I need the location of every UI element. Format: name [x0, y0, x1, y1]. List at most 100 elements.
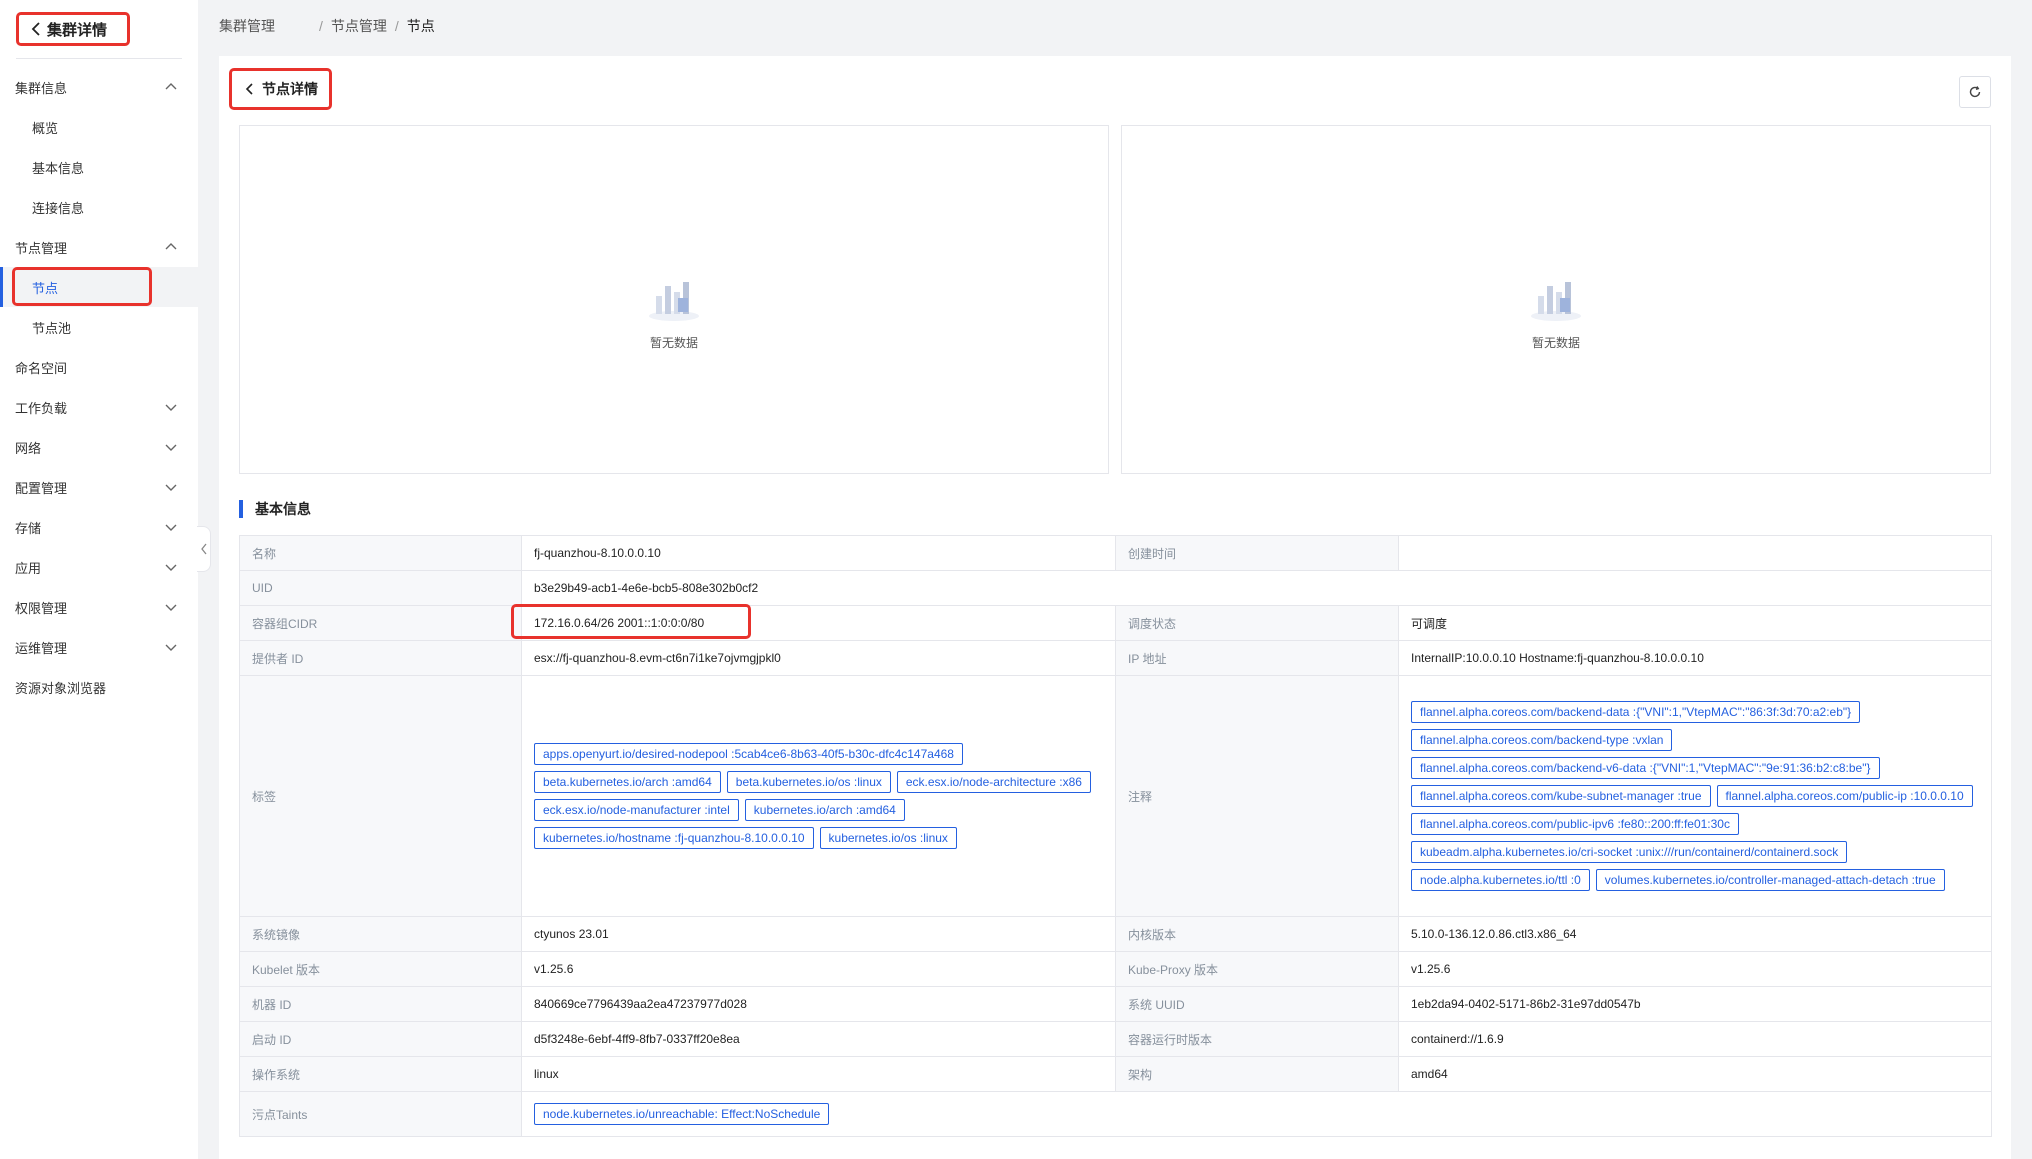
annotation-tag[interactable]: flannel.alpha.coreos.com/backend-v6-data…: [1411, 757, 1880, 779]
field-label: 系统 UUID: [1115, 986, 1399, 1022]
kernel-version-value: 5.10.0-136.12.0.86.ctl3.x86_64: [1398, 916, 1992, 952]
field-label: IP 地址: [1115, 640, 1399, 676]
machine-id-value: 840669ce7796439aa2ea47237977d028: [521, 986, 1116, 1022]
field-label: 提供者 ID: [239, 640, 522, 676]
chevron-down-icon: [165, 524, 177, 531]
nav-group-network[interactable]: 网络: [0, 427, 198, 467]
label-tag[interactable]: kubernetes.io/arch :amd64: [744, 799, 905, 821]
breadcrumb: 集群管理 / 节点管理 / 节点: [219, 16, 435, 36]
annotation-tag[interactable]: flannel.alpha.coreos.com/public-ip :10.0…: [1716, 785, 1973, 807]
kubelet-version-value: v1.25.6: [521, 951, 1116, 987]
field-label: 容器运行时版本: [1115, 1021, 1399, 1057]
breadcrumb-node-management[interactable]: 节点管理: [331, 16, 387, 36]
empty-chart-icon: [649, 282, 699, 321]
empty-text: 暂无数据: [649, 336, 698, 350]
sidebar-collapse-handle[interactable]: [197, 526, 211, 572]
label-tag[interactable]: beta.kubernetes.io/arch :amd64: [534, 771, 721, 793]
label-tag[interactable]: eck.esx.io/node-architecture :x86: [896, 771, 1091, 793]
schedule-status-value: 可调度: [1398, 605, 1992, 641]
label-tag[interactable]: eck.esx.io/node-manufacturer :intel: [534, 799, 739, 821]
field-label: 操作系统: [239, 1056, 522, 1092]
nav-item-connection-info[interactable]: 连接信息: [0, 187, 198, 227]
chevron-down-icon: [165, 404, 177, 411]
table-row: 名称 fj-quanzhou-8.10.0.0.10 创建时间: [239, 535, 1992, 571]
annotation-tag[interactable]: flannel.alpha.coreos.com/backend-type :v…: [1411, 729, 1673, 751]
field-label: 注释: [1115, 675, 1399, 917]
field-label: 机器 ID: [239, 986, 522, 1022]
label-tag[interactable]: apps.openyurt.io/desired-nodepool :5cab4…: [534, 743, 963, 765]
annotation-tag[interactable]: kubeadm.alpha.kubernetes.io/cri-socket :…: [1411, 841, 1848, 863]
labels-cell: apps.openyurt.io/desired-nodepool :5cab4…: [521, 675, 1116, 917]
field-label: 污点Taints: [239, 1091, 522, 1137]
os-value: linux: [521, 1056, 1116, 1092]
os-image-value: ctyunos 23.01: [521, 916, 1116, 952]
table-row: 启动 ID d5f3248e-6ebf-4ff9-8fb7-0337ff20e8…: [239, 1021, 1992, 1057]
system-uuid-value: 1eb2da94-0402-5171-86b2-31e97dd0547b: [1398, 986, 1992, 1022]
pod-cidr-value: 172.16.0.64/26 2001::1:0:0:0/80: [521, 605, 1116, 641]
field-label: Kubelet 版本: [239, 951, 522, 987]
table-row: 容器组CIDR 172.16.0.64/26 2001::1:0:0:0/80 …: [239, 605, 1992, 641]
empty-text: 暂无数据: [1531, 336, 1580, 350]
annotation-tag[interactable]: volumes.kubernetes.io/controller-managed…: [1595, 869, 1945, 891]
table-row: 污点Taints node.kubernetes.io/unreachable:…: [239, 1091, 1992, 1137]
taint-tag[interactable]: node.kubernetes.io/unreachable: Effect:N…: [534, 1103, 830, 1125]
node-info-table: 名称 fj-quanzhou-8.10.0.0.10 创建时间 UID b3e2…: [239, 535, 1992, 1137]
refresh-icon: [1969, 86, 1981, 98]
field-label: 创建时间: [1115, 535, 1399, 571]
field-label: 内核版本: [1115, 916, 1399, 952]
section-title-basic-info: 基本信息: [239, 500, 311, 518]
refresh-button[interactable]: [1959, 76, 1991, 108]
sidebar-header-label: 集群详情: [47, 21, 108, 39]
annotations-cell: flannel.alpha.coreos.com/backend-data :{…: [1398, 675, 1992, 917]
nav-item-overview[interactable]: 概览: [0, 107, 198, 147]
annotations-list: flannel.alpha.coreos.com/backend-data :{…: [1411, 695, 1979, 897]
table-row: Kubelet 版本 v1.25.6 Kube-Proxy 版本 v1.25.6: [239, 951, 1992, 987]
nav-group-node-management[interactable]: 节点管理: [0, 227, 198, 267]
label-tag[interactable]: kubernetes.io/hostname :fj-quanzhou-8.10…: [534, 827, 814, 849]
chevron-left-icon: [245, 83, 253, 95]
nav-item-node-pools[interactable]: 节点池: [0, 307, 198, 347]
nav-group-permissions[interactable]: 权限管理: [0, 587, 198, 627]
field-label: UID: [239, 570, 522, 606]
nav-item-basic-info[interactable]: 基本信息: [0, 147, 198, 187]
chevron-down-icon: [165, 644, 177, 651]
field-label: 系统镜像: [239, 916, 522, 952]
kube-proxy-version-value: v1.25.6: [1398, 951, 1992, 987]
breadcrumb-separator: /: [394, 18, 399, 34]
uid-value: b3e29b49-acb1-4e6e-bcb5-808e302b0cf2: [521, 570, 1992, 606]
chevron-down-icon: [165, 444, 177, 451]
nav-item-nodes[interactable]: 节点: [0, 267, 198, 307]
boot-id-value: d5f3248e-6ebf-4ff9-8fb7-0337ff20e8ea: [521, 1021, 1116, 1057]
breadcrumb-nodes: 节点: [406, 18, 435, 34]
field-label: Kube-Proxy 版本: [1115, 951, 1399, 987]
table-row: 操作系统 linux 架构 amd64: [239, 1056, 1992, 1092]
nav-group-workloads[interactable]: 工作负载: [0, 387, 198, 427]
table-row: UID b3e29b49-acb1-4e6e-bcb5-808e302b0cf2: [239, 570, 1992, 606]
nav-group-cluster-info[interactable]: 集群信息: [0, 67, 198, 107]
breadcrumb-cluster-management[interactable]: 集群管理: [219, 16, 275, 36]
node-detail-back-button[interactable]: 节点详情: [229, 68, 332, 110]
label-tag[interactable]: beta.kubernetes.io/os :linux: [726, 771, 891, 793]
table-row: 提供者 ID esx://fj-quanzhou-8.evm-ct6n7i1ke…: [239, 640, 1992, 676]
annotation-tag[interactable]: flannel.alpha.coreos.com/kube-subnet-man…: [1411, 785, 1711, 807]
annotation-tag[interactable]: flannel.alpha.coreos.com/public-ipv6 :fe…: [1411, 813, 1739, 835]
annotation-tag[interactable]: node.alpha.kubernetes.io/ttl :0: [1411, 869, 1590, 891]
chevron-down-icon: [165, 564, 177, 571]
nav-group-apps[interactable]: 应用: [0, 547, 198, 587]
annotation-tag[interactable]: flannel.alpha.coreos.com/backend-data :{…: [1411, 701, 1861, 723]
nav-item-resource-browser[interactable]: 资源对象浏览器: [0, 667, 198, 707]
label-tag[interactable]: kubernetes.io/os :linux: [819, 827, 957, 849]
table-row: 机器 ID 840669ce7796439aa2ea47237977d028 系…: [239, 986, 1992, 1022]
table-row: 系统镜像 ctyunos 23.01 内核版本 5.10.0-136.12.0.…: [239, 916, 1992, 952]
sidebar-divider: [16, 58, 182, 59]
nav-group-storage[interactable]: 存储: [0, 507, 198, 547]
field-label: 启动 ID: [239, 1021, 522, 1057]
nav-group-ops[interactable]: 运维管理: [0, 627, 198, 667]
chevron-down-icon: [165, 484, 177, 491]
breadcrumb-separator: /: [319, 18, 323, 34]
sidebar: 集群详情 集群信息 概览 基本信息 连接信息 节点管理 节点 节点池 命名空间 …: [0, 0, 198, 1159]
cluster-detail-back-button[interactable]: 集群详情: [16, 12, 130, 46]
nav-item-namespaces[interactable]: 命名空间: [0, 347, 198, 387]
provider-id-value: esx://fj-quanzhou-8.evm-ct6n7i1ke7ojvmgj…: [521, 640, 1116, 676]
nav-group-config[interactable]: 配置管理: [0, 467, 198, 507]
